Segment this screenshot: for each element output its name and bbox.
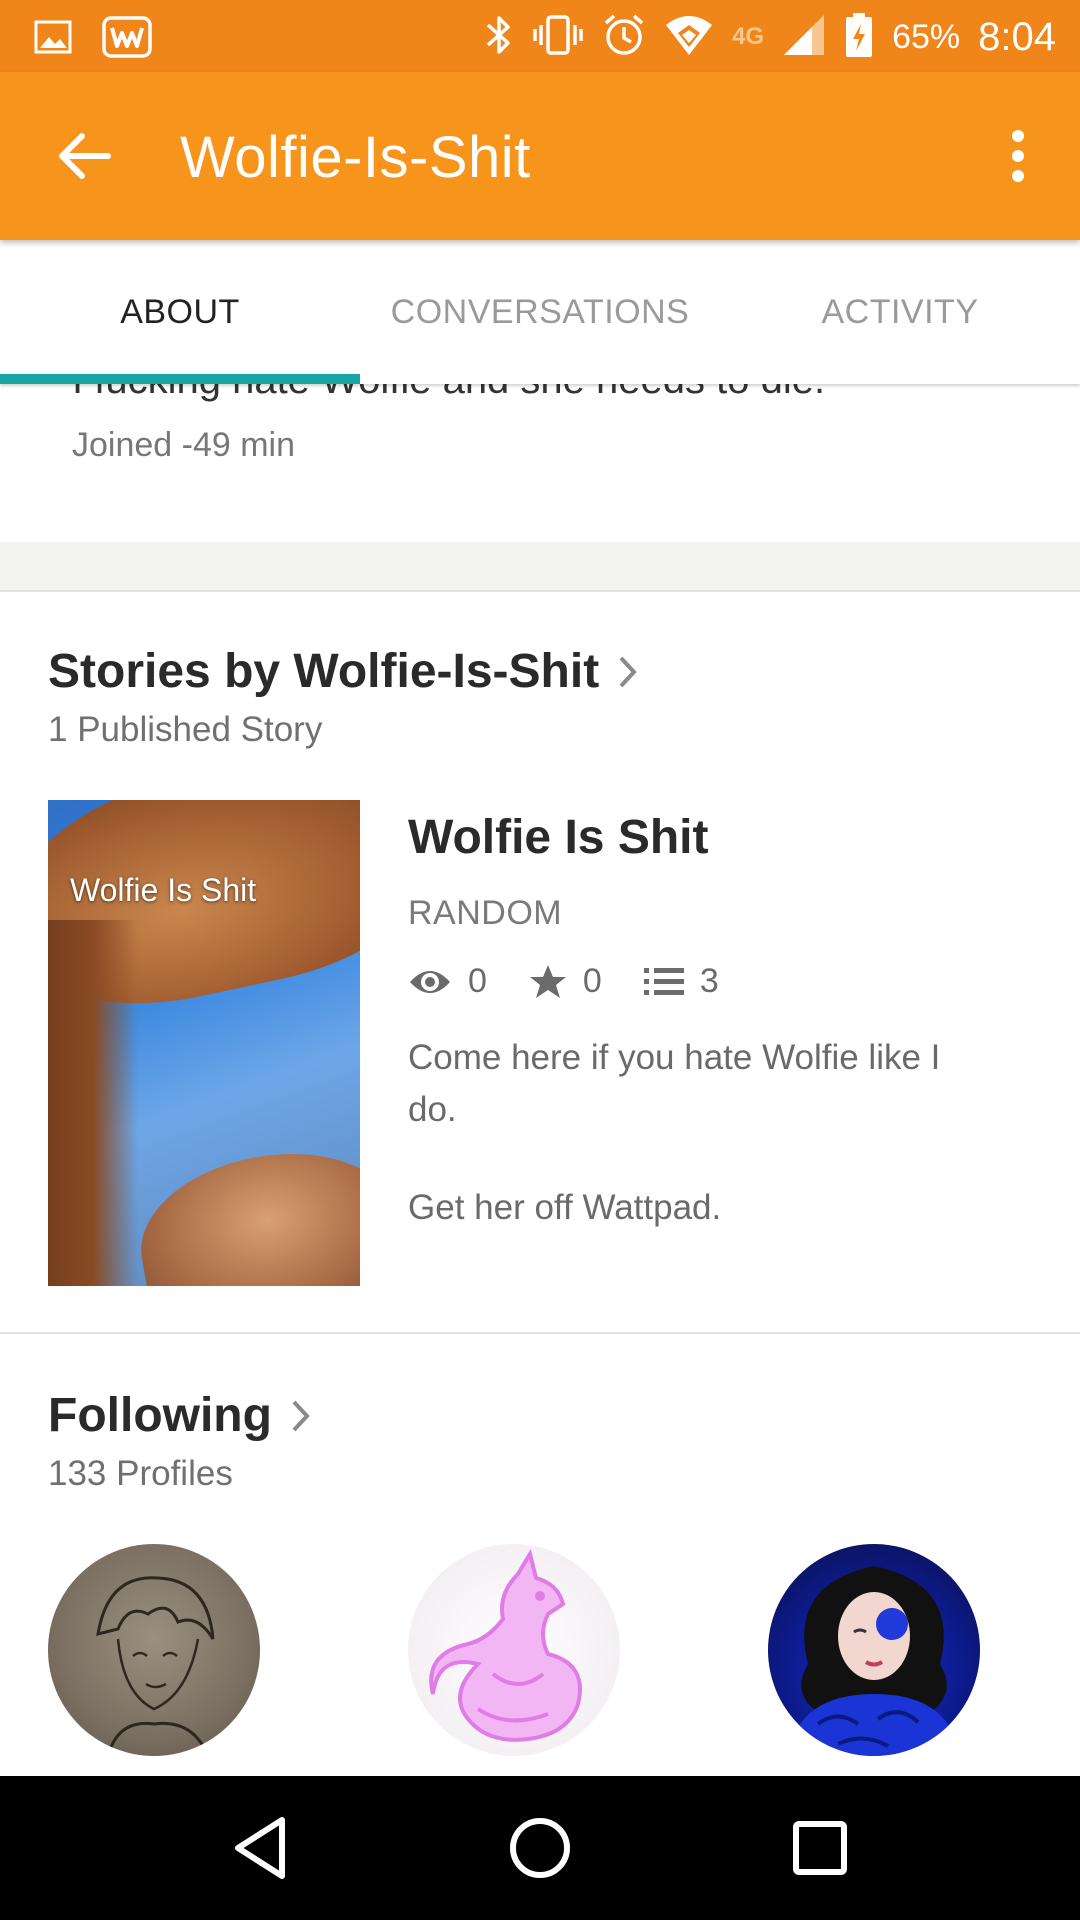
avatar[interactable] <box>408 1544 620 1756</box>
reads-stat: 0 <box>408 962 487 1001</box>
status-bar: 4G 65% 8:04 <box>0 0 1080 72</box>
reads-count: 0 <box>468 962 487 1000</box>
story-description-line: Get her off Wattpad. <box>408 1188 722 1227</box>
following-count: 133 Profiles <box>48 1454 233 1493</box>
avatar[interactable] <box>48 1544 260 1756</box>
nav-recents-button[interactable] <box>765 1793 875 1903</box>
arrow-left-icon <box>59 133 111 179</box>
square-recents-icon <box>793 1821 847 1875</box>
back-button[interactable] <box>44 116 124 196</box>
stories-section: Stories by Wolfie-Is-Shit 1 Published St… <box>0 592 1080 1334</box>
cover-title: Wolfie Is Shit <box>70 872 257 908</box>
following-heading-link[interactable]: Following <box>48 1388 312 1443</box>
tab-indicator <box>0 374 360 384</box>
clock: 8:04 <box>978 14 1056 59</box>
eye-icon <box>410 970 450 993</box>
following-section: Following 133 Profiles <box>0 1334 1080 1776</box>
more-vertical-icon <box>1012 130 1024 182</box>
page-title: Wolfie-Is-Shit <box>180 125 531 190</box>
votes-stat: 0 <box>529 962 602 1001</box>
story-description: Come here if you hate Wolfie like I do. … <box>408 1032 988 1234</box>
triangle-back-icon <box>235 1817 285 1879</box>
wattpad-icon <box>102 16 152 63</box>
parts-stat: 3 <box>643 962 719 1001</box>
tab-about[interactable]: ABOUT <box>0 240 360 384</box>
circle-home-icon <box>510 1818 570 1878</box>
chevron-right-icon <box>292 1400 310 1431</box>
tab-bar: ABOUT CONVERSATIONS ACTIVITY <box>0 240 1080 384</box>
profile-about: I fucking hate Wolfie and she needs to d… <box>0 384 1080 542</box>
votes-count: 0 <box>582 962 602 1000</box>
section-divider <box>0 542 1080 592</box>
stories-count: 1 Published Story <box>48 710 323 749</box>
tab-activity[interactable]: ACTIVITY <box>720 240 1080 384</box>
stories-heading-link[interactable]: Stories by Wolfie-Is-Shit <box>48 644 639 699</box>
chevron-right-icon <box>619 656 637 687</box>
joined-date: Joined -49 min <box>72 426 296 464</box>
nav-home-button[interactable] <box>485 1793 595 1903</box>
image-icon <box>34 18 72 61</box>
tab-conversations[interactable]: CONVERSATIONS <box>360 240 720 384</box>
star-icon <box>529 964 566 998</box>
alarm-icon <box>602 13 646 62</box>
story-description-line: Come here if you hate Wolfie like I do. <box>408 1038 941 1129</box>
list-icon <box>643 967 684 995</box>
profile-bio: I fucking hate Wolfie and she needs to d… <box>72 384 825 403</box>
nav-back-button[interactable] <box>205 1793 315 1903</box>
following-heading: Following <box>48 1389 272 1442</box>
story-stats: 0 0 3 <box>408 962 761 1001</box>
avatar[interactable] <box>768 1544 980 1756</box>
story-cover[interactable]: Wolfie Is Shit <box>48 800 360 1286</box>
stories-heading: Stories by Wolfie-Is-Shit <box>48 645 600 698</box>
battery-charging-icon <box>844 12 874 63</box>
bluetooth-icon <box>484 13 514 62</box>
signal-icon <box>782 13 826 62</box>
parts-count: 3 <box>699 962 719 1000</box>
wifi-icon <box>664 13 714 62</box>
overflow-menu-button[interactable] <box>988 116 1048 196</box>
app-bar: Wolfie-Is-Shit <box>0 72 1080 240</box>
story-genre: RANDOM <box>408 894 563 932</box>
vibrate-icon <box>532 13 584 62</box>
network-type: 4G <box>732 23 765 50</box>
system-nav-bar <box>0 1776 1080 1920</box>
story-title[interactable]: Wolfie Is Shit <box>408 810 708 865</box>
battery-percent: 65% <box>892 17 961 56</box>
